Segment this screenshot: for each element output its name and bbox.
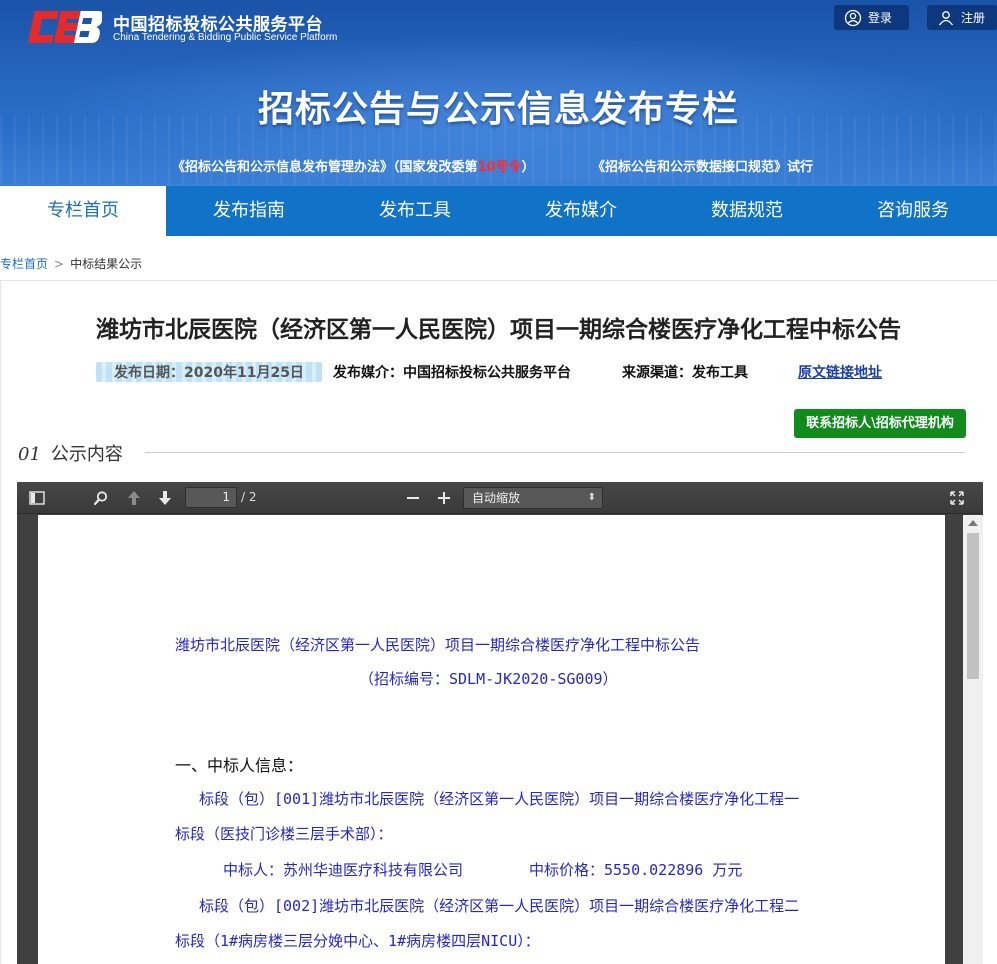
nav-item-guide[interactable]: 发布指南 <box>166 186 332 236</box>
main-nav: 专栏首页 发布指南 发布工具 发布媒介 数据规范 咨询服务 <box>0 186 997 236</box>
zoom-in-icon[interactable] <box>435 489 453 507</box>
banner-title: 招标公告与公示信息发布专栏 <box>257 89 739 130</box>
sidebar-toggle-icon[interactable] <box>28 489 46 507</box>
section-divider <box>145 452 965 453</box>
page-total: / 2 <box>241 490 257 504</box>
platform-logo-icon <box>27 11 102 43</box>
login-label: 登录 <box>868 11 893 25</box>
breadcrumb-home[interactable]: 专栏首页 <box>0 257 48 271</box>
publish-date: 发布日期：2020年11月25日 <box>96 362 322 382</box>
nav-item-media[interactable]: 发布媒介 <box>498 186 664 236</box>
pdf-toolbar: 1 / 2 自动缩放 ⬍ <box>17 482 983 514</box>
zoom-out-icon[interactable] <box>404 489 422 507</box>
site-name-en: China Tendering & Bidding Public Service… <box>113 32 338 43</box>
pdf-scrollbar[interactable] <box>963 515 983 964</box>
regulation-text: 《招标公告和公示信息发布管理办法》（国家发改委第 <box>172 160 478 175</box>
login-button[interactable]: 登录 <box>834 5 909 30</box>
nav-item-consult[interactable]: 咨询服务 <box>830 186 996 236</box>
data-spec-link[interactable]: 《招标公告和公示数据接口规范》试行 <box>592 156 813 175</box>
doc-tender-code: （招标编号：SDLM-JK2020-SG009） <box>359 670 618 688</box>
regulation-suffix: ） <box>521 160 535 175</box>
section-heading: 01 公示内容 <box>18 440 123 466</box>
contact-tenderer-button[interactable]: 联系招标人\招标代理机构 <box>794 409 966 438</box>
select-caret-icon: ⬍ <box>587 492 596 503</box>
header-banner: 中国招标投标公共服务平台 China Tendering & Bidding P… <box>0 0 997 186</box>
doc-lot1-line1: 标段（包）[001]潍坊市北辰医院（经济区第一人民医院）项目一期综合楼医疗净化工… <box>199 790 800 808</box>
page-number-input[interactable]: 1 <box>185 487 237 508</box>
zoom-select[interactable]: 自动缩放 ⬍ <box>463 487 603 509</box>
scrollbar-thumb[interactable] <box>967 533 979 679</box>
user-icon <box>938 10 954 25</box>
fullscreen-icon[interactable] <box>948 489 966 507</box>
next-page-icon[interactable] <box>156 489 174 507</box>
article-title: 潍坊市北辰医院（经济区第一人民医院）项目一期综合楼医疗净化工程中标公告 <box>96 317 901 343</box>
doc-winner-1: 中标人：苏州华迪医疗科技有限公司 <box>223 861 464 879</box>
breadcrumb: 专栏首页 > 中标结果公示 <box>0 255 142 272</box>
section-number: 01 <box>18 444 41 465</box>
user-circle-icon <box>844 9 862 26</box>
doc-heading-winner-info: 一、中标人信息： <box>175 756 304 775</box>
register-button[interactable]: 注册 <box>927 5 997 30</box>
previous-page-icon[interactable] <box>125 489 143 507</box>
nav-item-home[interactable]: 专栏首页 <box>0 186 166 236</box>
register-label: 注册 <box>961 11 986 25</box>
publish-media: 发布媒介：中国招标投标公共服务平台 <box>333 365 571 381</box>
nav-item-tools[interactable]: 发布工具 <box>332 186 498 236</box>
breadcrumb-separator: > <box>54 257 65 271</box>
zoom-value: 自动缩放 <box>472 491 521 505</box>
regulation-link[interactable]: 《招标公告和公示信息发布管理办法》（国家发改委第10号令） <box>172 156 535 175</box>
breadcrumb-current: 中标结果公示 <box>70 257 143 271</box>
section-title: 公示内容 <box>50 444 123 465</box>
search-icon[interactable] <box>92 489 110 507</box>
doc-price-1: 中标价格：5550.022896 万元 <box>529 861 743 879</box>
doc-lot2-line2: 标段（1#病房楼三层分娩中心、1#病房楼四层NICU）： <box>175 932 540 950</box>
source-link[interactable]: 原文链接地址 <box>798 362 882 382</box>
doc-lot1-line2: 标段（医技门诊楼三层手术部）： <box>175 825 393 843</box>
source-channel: 来源渠道：发布工具 <box>622 365 748 381</box>
doc-title: 潍坊市北辰医院（经济区第一人民医院）项目一期综合楼医疗净化工程中标公告 <box>175 636 701 654</box>
pdf-viewer: 1 / 2 自动缩放 ⬍ 潍坊市北辰医院（经济区第一人民医院）项目一期综合楼医疗… <box>17 482 983 964</box>
regulation-number: 10号令 <box>477 160 522 175</box>
doc-lot2-line1: 标段（包）[002]潍坊市北辰医院（经济区第一人民医院）项目一期综合楼医疗净化工… <box>199 897 800 915</box>
nav-item-data-spec[interactable]: 数据规范 <box>664 186 830 236</box>
scroll-up-icon[interactable] <box>968 520 978 526</box>
